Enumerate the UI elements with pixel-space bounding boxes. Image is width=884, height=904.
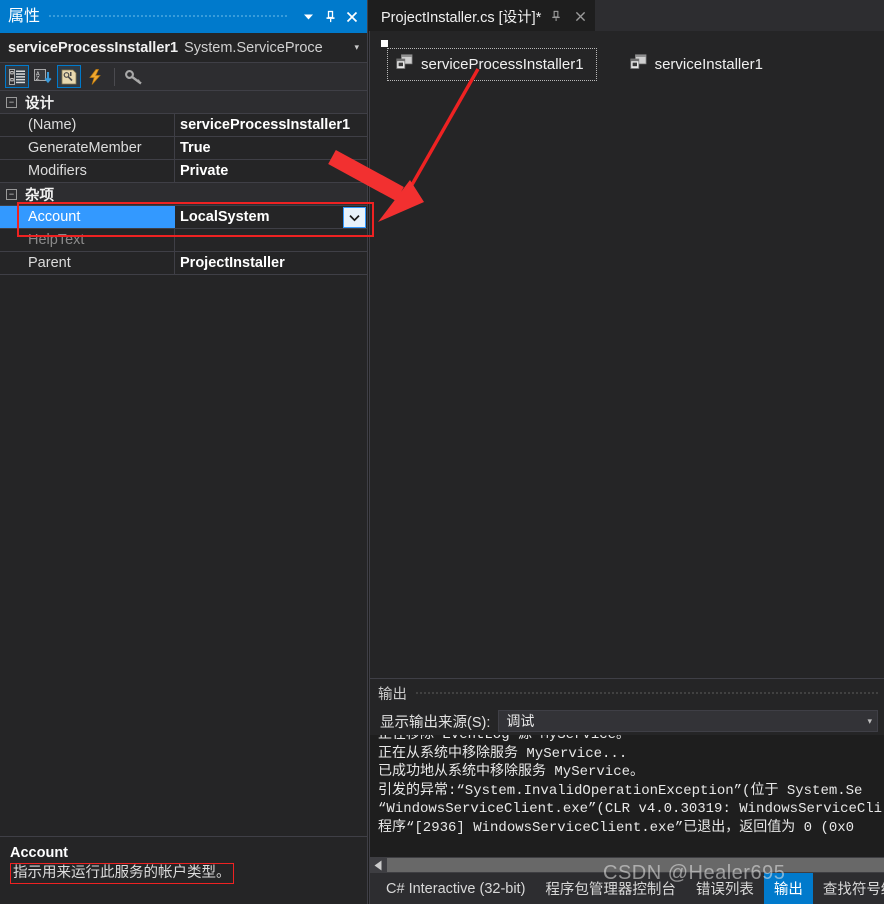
chevron-down-icon: ▾ [867, 715, 872, 726]
bottom-tab-3[interactable]: 错误列表 [686, 873, 764, 904]
output-line: 程序“[2936] WindowsServiceClient.exe”已退出，返… [378, 819, 855, 836]
selected-object-bar[interactable]: serviceProcessInstaller1 System.ServiceP… [0, 33, 367, 63]
property-value-cell[interactable] [175, 229, 367, 251]
scrollbar-thumb[interactable] [387, 858, 884, 872]
editor-tab-label: ProjectInstaller.cs [设计]* [381, 9, 542, 26]
selected-object-name: serviceProcessInstaller1 [8, 39, 179, 56]
output-pane-title: 输出 [378, 686, 407, 703]
output-line: 正在从系统中移除服务 MyService... [378, 745, 628, 762]
bottom-tab-4[interactable]: 输出 [763, 873, 813, 904]
editor-tabstrip: ProjectInstaller.cs [设计]* [369, 0, 884, 31]
properties-grid[interactable]: − 设计 (Name) serviceProcessInstaller1 Generat… [0, 91, 367, 836]
output-source-value: 调试 [506, 713, 535, 729]
property-name-cell[interactable]: (Name) [0, 114, 175, 136]
collapse-expander-icon[interactable]: − [6, 96, 17, 108]
properties-titlebar: 属性 [0, 0, 367, 33]
property-category-name: 杂项 [25, 187, 54, 204]
properties-toolbar: A Z [0, 63, 367, 91]
tab-projectinstaller-designer[interactable]: ProjectInstaller.cs [设计]* [369, 0, 596, 31]
property-row[interactable]: GenerateMember True [0, 137, 367, 160]
scroll-left-icon[interactable] [370, 857, 387, 873]
description-title: Account [10, 845, 68, 861]
component-label: serviceInstaller1 [654, 56, 763, 73]
property-value-text: True [180, 140, 211, 156]
property-row[interactable]: Parent ProjectInstaller [0, 252, 367, 275]
output-pane: 输出 显示输出来源(S): 调试 ▾ 正在移除 EventLog 源 MySer… [369, 678, 884, 873]
property-name-cell[interactable]: Parent [0, 252, 175, 274]
property-value-cell[interactable]: Private [175, 160, 367, 182]
editor-area: ProjectInstaller.cs [设计]* serviceProcess… [369, 0, 884, 904]
output-toolbar: 显示输出来源(S): 调试 ▾ [370, 707, 884, 735]
properties-page-icon[interactable] [57, 65, 81, 88]
property-value-cell[interactable]: True [175, 137, 367, 159]
bottom-tab-5[interactable]: 查找符号结果 [813, 873, 884, 904]
output-line: “WindowsServiceClient.exe”(CLR v4.0.3031… [378, 801, 883, 817]
properties-panel-title: 属性 [8, 7, 41, 25]
property-name-cell[interactable]: GenerateMember [0, 137, 175, 159]
property-value-cell[interactable]: LocalSystem [175, 206, 343, 228]
chevron-down-icon[interactable]: ▾ [350, 42, 363, 53]
alphabetical-sort-icon[interactable]: A Z [31, 65, 55, 88]
titlebar-drag-handle[interactable] [48, 0, 289, 33]
tab-close-icon[interactable] [570, 6, 591, 27]
property-category-row[interactable]: − 设计 [0, 91, 367, 114]
collapse-expander-icon[interactable]: − [6, 188, 17, 200]
property-category-name: 设计 [25, 95, 54, 112]
designer-surface[interactable]: serviceProcessInstaller1 serviceInstaller… [369, 31, 884, 678]
bottom-tab-bar: C# Interactive (32-bit) 程序包管理器控制台 错误列表 输出 查找… [369, 873, 884, 904]
account-dropdown-button[interactable] [343, 207, 366, 228]
property-value-cell[interactable]: serviceProcessInstaller1 [175, 114, 367, 136]
property-value-text: serviceProcessInstaller1 [180, 117, 351, 133]
component-label: serviceProcessInstaller1 [421, 56, 584, 73]
property-name-cell[interactable]: HelpText [0, 229, 175, 251]
properties-panel: 属性 serviceProcessInstaller1 System.Servi… [0, 0, 374, 904]
bottom-tab-1[interactable]: C# Interactive (32-bit) [376, 873, 535, 904]
categorized-view-icon[interactable] [5, 65, 29, 88]
property-row[interactable]: Modifiers Private [0, 160, 367, 183]
property-value-text: LocalSystem [180, 209, 270, 225]
description-text: 指示用来运行此服务的帐户类型。 [10, 863, 234, 884]
output-line: 已成功地从系统中移除服务 MyService。 [378, 764, 645, 780]
component-icon [396, 54, 413, 75]
designer-component-2[interactable]: serviceInstaller1 [622, 49, 775, 80]
dropdown-menu-icon[interactable] [297, 6, 319, 28]
property-value-text: ProjectInstaller [180, 255, 285, 271]
output-line: 正在移除 EventLog 源 MyService。 [378, 735, 631, 743]
events-icon[interactable] [83, 65, 107, 88]
property-value-cell[interactable]: ProjectInstaller [175, 252, 367, 274]
property-description-pane: Account 指示用来运行此服务的帐户类型。 [0, 836, 367, 904]
output-horizontal-scrollbar[interactable] [370, 856, 884, 873]
property-pages-icon[interactable] [122, 65, 146, 88]
designer-component-1[interactable]: serviceProcessInstaller1 [381, 40, 597, 81]
output-source-label: 显示输出来源(S): [380, 714, 491, 731]
toolbar-separator [114, 67, 115, 86]
property-name-cell[interactable]: Account [0, 206, 175, 228]
property-name-cell[interactable]: Modifiers [0, 160, 175, 182]
output-text-body[interactable]: 正在移除 EventLog 源 MyService。正在从系统中移除服务 MyS… [370, 735, 884, 856]
property-row[interactable]: (Name) serviceProcessInstaller1 [0, 114, 367, 137]
selected-object-type: System.ServiceProce [184, 39, 323, 56]
output-pane-header: 输出 [370, 679, 884, 707]
output-line: 引发的异常:“System.InvalidOperationException”… [378, 782, 863, 799]
output-source-select[interactable]: 调试 ▾ [498, 710, 878, 732]
property-value-text: Private [180, 163, 229, 179]
property-row[interactable]: Account LocalSystem [0, 206, 367, 229]
tab-pin-icon[interactable] [545, 6, 566, 27]
pin-icon[interactable] [319, 6, 341, 28]
property-category-row[interactable]: − 杂项 [0, 183, 367, 206]
component-tray: serviceProcessInstaller1 serviceInstaller… [381, 40, 884, 81]
bottom-tab-2[interactable]: 程序包管理器控制台 [535, 873, 686, 904]
component-icon [629, 54, 647, 75]
close-icon[interactable] [341, 6, 363, 28]
property-row[interactable]: HelpText [0, 229, 367, 252]
output-drag-handle[interactable] [415, 679, 878, 707]
